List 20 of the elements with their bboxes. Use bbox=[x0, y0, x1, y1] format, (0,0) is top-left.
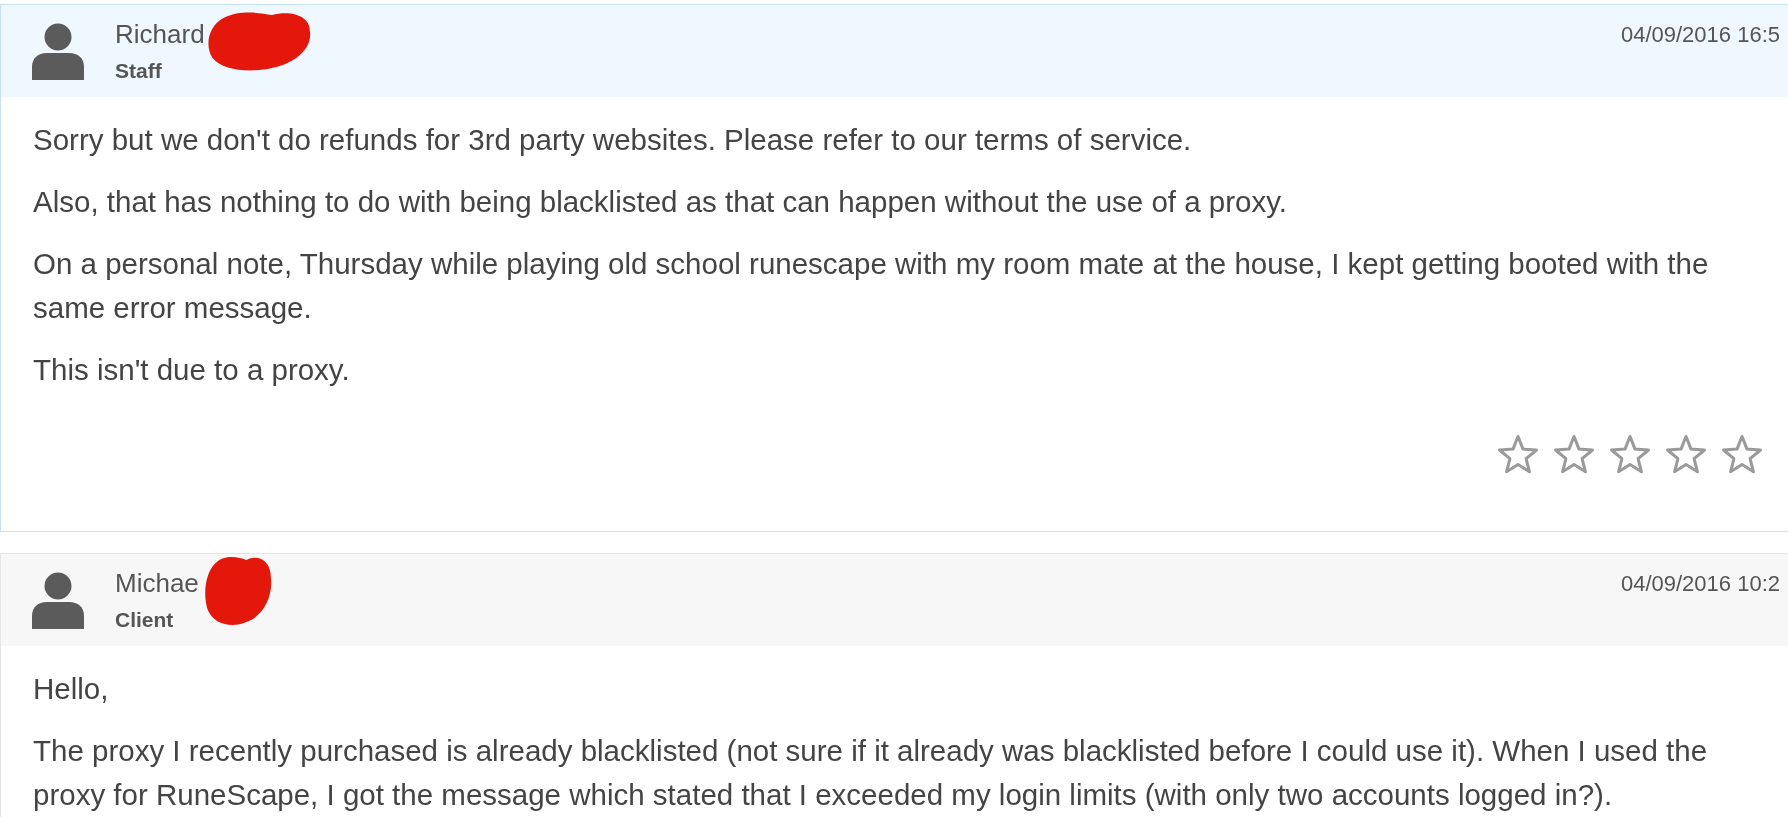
post-date: 04/09/2016 16:5 bbox=[1620, 22, 1780, 48]
author-role: Client bbox=[115, 608, 174, 632]
post-date: 04/09/2016 10:2 bbox=[1620, 571, 1780, 597]
author-name: Richard bbox=[115, 19, 205, 49]
author-name: Michae bbox=[115, 568, 199, 598]
post-text: Hello, bbox=[33, 671, 110, 707]
star-icon[interactable] bbox=[1608, 434, 1652, 476]
post-text: Also, that has nothing to do with being blacklisted as that can happen without the use of a proxy. bbox=[33, 184, 1288, 220]
star-icon[interactable] bbox=[1664, 434, 1708, 476]
author-role: Staff bbox=[115, 59, 162, 83]
star-icon[interactable] bbox=[1552, 434, 1596, 476]
post-text: The proxy I recently purchased is already blacklisted (not sure if it already was blacklisted before I could use it). When I used the proxy for RuneScape, I got the message which stated that I exceeded my login limits (with only two accounts logged in?). bbox=[33, 733, 1709, 813]
post-text: On a personal note, Thursday while playing old school runescape with my room mate at the house, I kept getting booted with the same error message. bbox=[33, 246, 1710, 326]
star-rating[interactable] bbox=[1496, 434, 1764, 476]
star-icon[interactable] bbox=[1496, 434, 1540, 476]
post-text: This isn't due to a proxy. bbox=[33, 352, 351, 388]
post-text: Sorry but we don't do refunds for 3rd party websites. Please refer to our terms of service. bbox=[33, 122, 1193, 158]
star-icon[interactable] bbox=[1720, 434, 1764, 476]
user-avatar-icon bbox=[32, 571, 84, 629]
user-avatar-icon bbox=[32, 22, 84, 80]
